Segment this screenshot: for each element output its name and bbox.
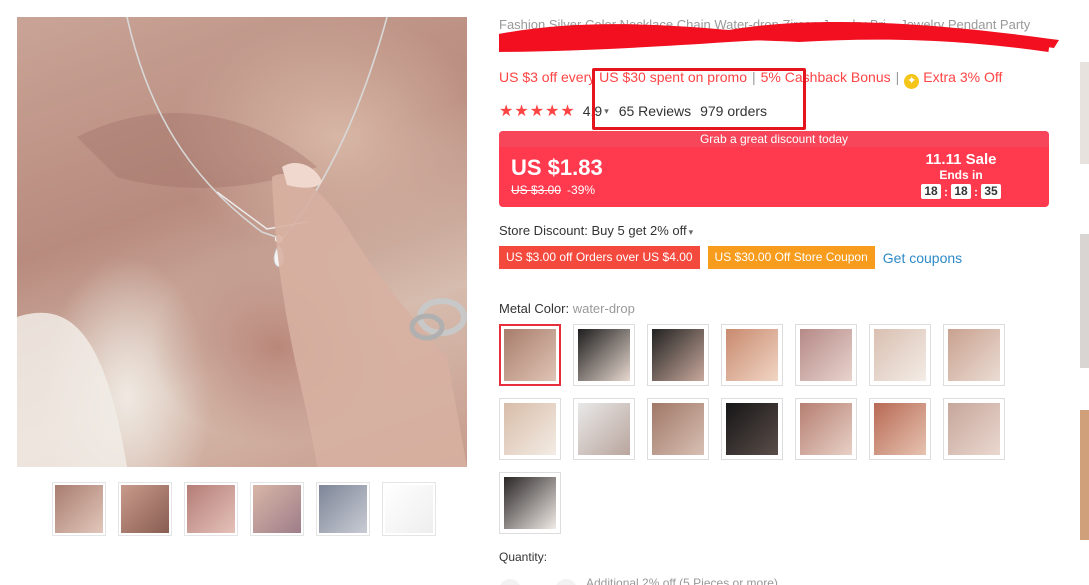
thumbnail-2[interactable] [118, 482, 172, 536]
current-price: US $1.83 [511, 155, 603, 180]
get-coupons-link[interactable]: Get coupons [883, 250, 962, 266]
swatch-14[interactable] [943, 398, 1005, 460]
price-banner: Grab a great discount today US $1.83 US … [499, 131, 1049, 207]
swatch-12[interactable] [795, 398, 857, 460]
quantity-discount-note: Additional 2% off (5 Pieces or more) [586, 576, 778, 585]
variant-value: water-drop [572, 301, 635, 316]
swatch-4[interactable] [721, 324, 783, 386]
store-discount-text: Store Discount: Buy 5 get 2% off [499, 223, 687, 238]
discount-percent: -39% [567, 183, 596, 197]
countdown-timer: 18: 18: 35 [921, 184, 1001, 199]
thumbnail-6[interactable] [382, 482, 436, 536]
timer-minutes: 18 [951, 184, 971, 199]
thumbnail-4[interactable] [250, 482, 304, 536]
timer-hours: 18 [921, 184, 941, 199]
timer-seconds: 35 [981, 184, 1001, 199]
coupon-store[interactable]: US $30.00 Off Store Coupon [707, 246, 875, 269]
swatch-6[interactable] [869, 324, 931, 386]
swatch-2[interactable] [573, 324, 635, 386]
swatch-3[interactable] [647, 324, 709, 386]
original-price-row: US $3.00 -39% [511, 183, 595, 197]
original-price: US $3.00 [511, 183, 562, 197]
thumbnail-5[interactable] [316, 482, 370, 536]
thumbnail-3[interactable] [184, 482, 238, 536]
necklace-illustration [17, 17, 467, 467]
promo-extra-off[interactable]: Extra 3% Off [923, 69, 1002, 85]
side-card-2[interactable] [1080, 234, 1089, 368]
sale-countdown: 11.11 Sale Ends in 18: 18: 35 [921, 151, 1001, 199]
coupon-orders-over[interactable]: US $3.00 off Orders over US $4.00 [499, 246, 700, 269]
swatch-1[interactable] [499, 324, 561, 386]
store-discount[interactable]: Store Discount: Buy 5 get 2% off ▾ [499, 223, 693, 238]
side-card-1[interactable] [1080, 62, 1089, 164]
highlight-annotation-box [592, 68, 806, 130]
coin-icon: ✦ [904, 74, 920, 89]
swatch-11[interactable] [721, 398, 783, 460]
star-rating-icon: ★★★★★ [499, 103, 576, 120]
swatch-10[interactable] [647, 398, 709, 460]
chevron-down-icon: ▾ [688, 227, 694, 237]
main-product-image[interactable] [17, 17, 467, 467]
quantity-increase-button[interactable] [555, 579, 577, 585]
quantity-label: Quantity: [499, 550, 548, 564]
swatch-7[interactable] [943, 324, 1005, 386]
swatch-13[interactable] [869, 398, 931, 460]
redaction-scribble [499, 21, 1059, 52]
thumbnail-1[interactable] [52, 482, 106, 536]
variant-label-text: Metal Color: [499, 301, 570, 316]
swatch-5[interactable] [795, 324, 857, 386]
variant-label: Metal Color: water-drop [499, 301, 635, 316]
swatch-8[interactable] [499, 398, 561, 460]
sale-title: 11.11 Sale [925, 151, 997, 168]
discount-banner-text: Grab a great discount today [499, 131, 1049, 147]
quantity-decrease-button[interactable] [499, 579, 521, 585]
ends-in-label: Ends in [939, 168, 983, 182]
side-card-3[interactable] [1080, 410, 1089, 540]
swatch-15[interactable] [499, 472, 561, 534]
product-title-row: Fashion Silver Color Necklace Chain Wate… [499, 16, 1059, 56]
thumbnail-strip [52, 482, 436, 536]
coupon-row: US $3.00 off Orders over US $4.00 US $30… [499, 246, 962, 269]
swatch-9[interactable] [573, 398, 635, 460]
